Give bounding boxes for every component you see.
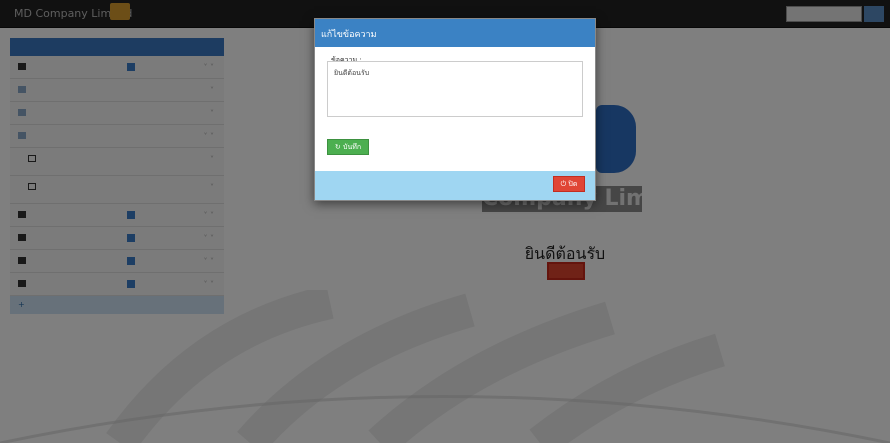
close-icon: ⏻ (560, 180, 567, 188)
close-button[interactable]: ⏻ ปิด (553, 176, 585, 192)
save-button[interactable]: ↻ บันทึก (327, 139, 369, 155)
modal-title: แก้ไขข้อความ (321, 30, 377, 40)
modal-footer: ⏻ ปิด (315, 171, 595, 200)
modal-header: แก้ไขข้อความ (315, 19, 595, 47)
message-textarea[interactable]: ยินดีต้อนรับ (327, 61, 583, 117)
save-label: บันทึก (343, 143, 362, 151)
close-label: ปิด (568, 180, 578, 188)
page: MD Company Limited ˅ ˅ ˅ ˅ ˅ ˅ (0, 0, 890, 443)
edit-message-modal: แก้ไขข้อความ ข้อความ : ยินดีต้อนรับ ↻ บั… (314, 18, 596, 201)
refresh-icon: ↻ (334, 143, 341, 151)
